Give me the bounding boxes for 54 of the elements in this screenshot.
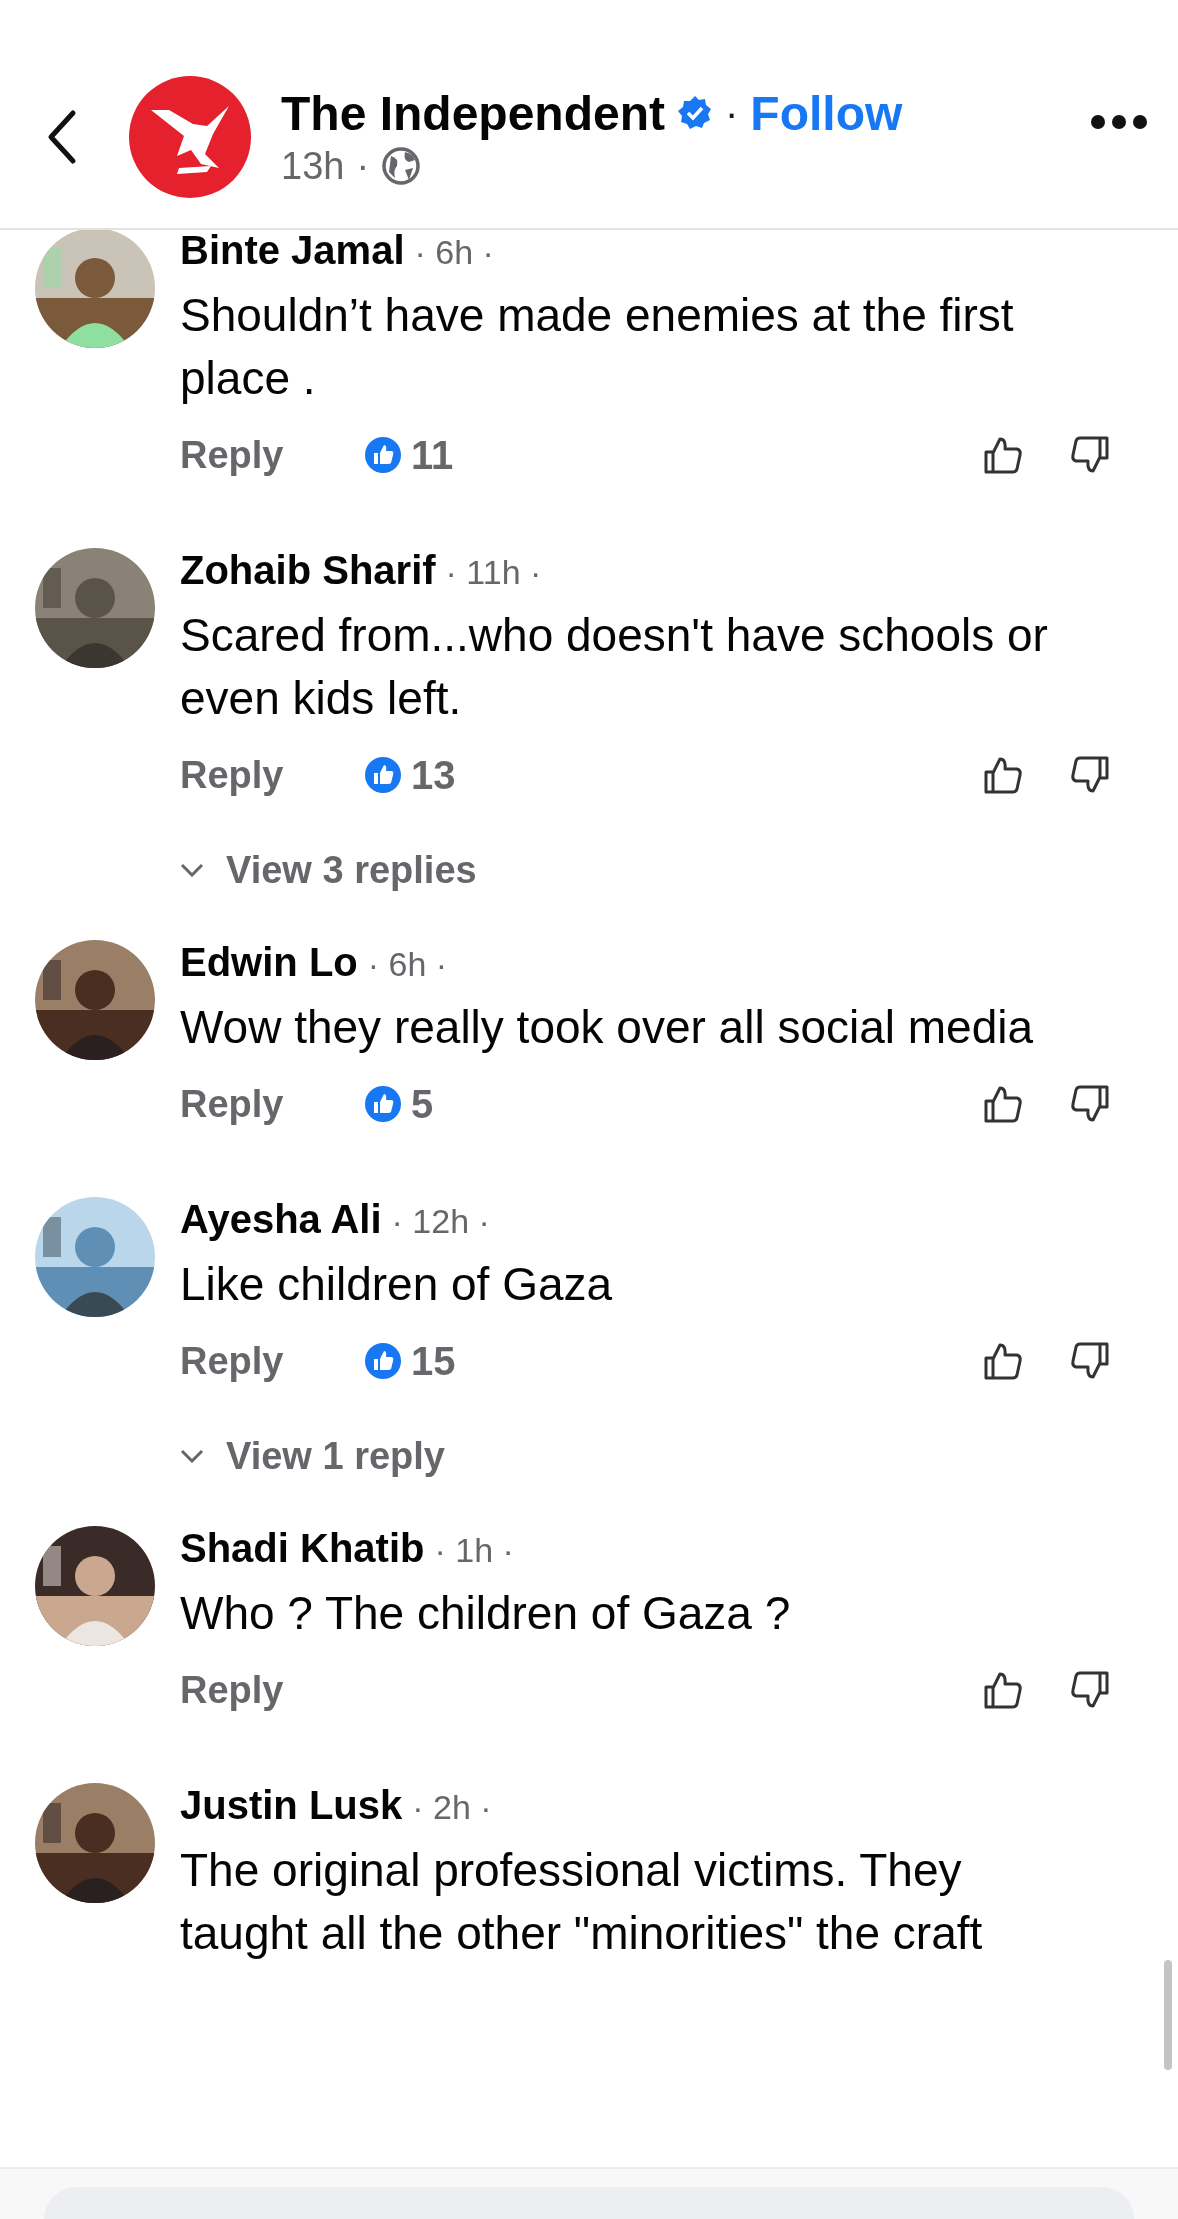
chevron-down-icon <box>180 1449 204 1463</box>
commenter-name[interactable]: Binte Jamal <box>180 230 405 273</box>
like-reaction-icon <box>365 437 401 473</box>
comment-text: Like children of Gaza <box>180 1257 614 1312</box>
commenter-name[interactable]: Justin Lusk <box>180 1783 403 1828</box>
thumbs-down-icon[interactable] <box>1070 755 1110 795</box>
view-replies-link[interactable]: View 1 reply <box>180 1406 445 1506</box>
post-time: 13h <box>281 144 345 188</box>
comment-time: · 1h · <box>434 1531 514 1570</box>
commenter-name[interactable]: Zohaib Sharif <box>180 548 436 593</box>
reaction-count[interactable]: 11 <box>411 432 454 478</box>
thumbs-up-icon[interactable] <box>983 1670 1023 1710</box>
commenter-name[interactable]: Edwin Lo <box>180 940 358 985</box>
commenter-name[interactable]: Ayesha Ali <box>180 1197 382 1242</box>
more-icon[interactable] <box>1090 113 1148 130</box>
like-reaction-icon <box>365 1086 401 1122</box>
follow-button[interactable]: Follow <box>750 85 903 141</box>
comment-time: · 6h · <box>367 945 448 984</box>
thumbs-down-icon[interactable] <box>1070 1670 1110 1710</box>
reaction-count[interactable]: 5 <box>411 1081 434 1127</box>
thumbs-up-icon[interactable] <box>983 1084 1023 1124</box>
globe-icon <box>381 146 422 186</box>
thumbs-up-icon[interactable] <box>983 1341 1023 1381</box>
reply-button[interactable]: Reply <box>180 1339 365 1383</box>
thumbs-up-icon[interactable] <box>983 755 1023 795</box>
thumbs-down-icon[interactable] <box>1070 435 1110 475</box>
eagle-logo[interactable] <box>129 75 251 198</box>
view-replies-link[interactable]: View 3 replies <box>180 820 477 920</box>
comment-text: Wow they really took over all social media <box>180 1000 1035 1055</box>
reply-button[interactable]: Reply <box>180 433 365 477</box>
verified-icon <box>677 95 713 131</box>
comment-time: · 11h · <box>445 553 542 592</box>
comment-text: Scared from...who doesn't have schools or even kids left. <box>180 608 1049 726</box>
comment-text: The original professional victims. They taught all the other "minorities" the craft <box>180 1843 984 1961</box>
like-reaction-icon <box>365 1343 401 1379</box>
reaction-count[interactable]: 15 <box>411 1338 456 1384</box>
comment-time: · 12h · <box>391 1202 490 1241</box>
chevron-down-icon <box>180 863 204 877</box>
thumbs-up-icon[interactable] <box>983 435 1023 475</box>
thumbs-down-icon[interactable] <box>1070 1341 1110 1381</box>
separator: · <box>356 144 370 188</box>
comment-time: · 6h · <box>414 233 494 272</box>
comment-text: Shouldn’t have made enemies at the first place . <box>180 288 1015 406</box>
like-reaction-icon <box>365 757 401 793</box>
comment-text: Who ? The children of Gaza ? <box>180 1586 792 1641</box>
comment-time: · 2h · <box>412 1788 492 1827</box>
separator: · <box>725 90 739 136</box>
page-name[interactable]: The Independent <box>281 85 665 141</box>
reply-button[interactable]: Reply <box>180 753 365 797</box>
commenter-name[interactable]: Shadi Khatib <box>180 1526 425 1571</box>
reply-button[interactable]: Reply <box>180 1082 365 1126</box>
reply-button[interactable]: Reply <box>180 1668 365 1712</box>
thumbs-down-icon[interactable] <box>1070 1084 1110 1124</box>
reaction-count[interactable]: 13 <box>411 752 456 798</box>
